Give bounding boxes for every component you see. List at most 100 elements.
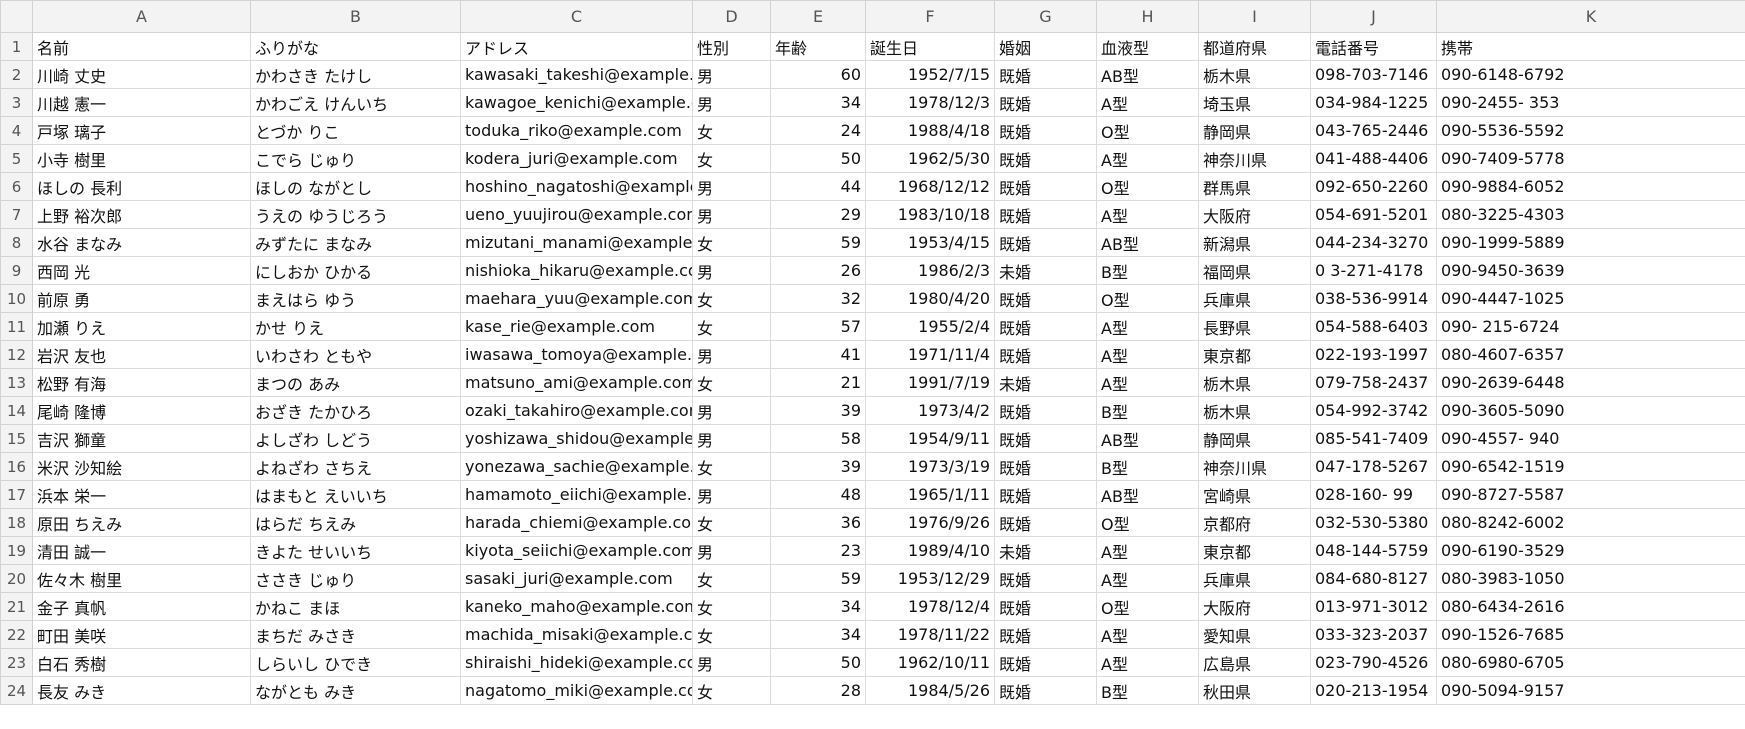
- cell-c23[interactable]: shiraishi_hideki@example.com: [460, 648, 693, 677]
- cell-c17[interactable]: hamamoto_eiichi@example.co: [460, 480, 693, 509]
- row-header[interactable]: 24: [0, 676, 33, 705]
- cell-b1[interactable]: ふりがな: [250, 32, 461, 61]
- cell-e20[interactable]: 59: [770, 564, 866, 593]
- cell-b4[interactable]: とづか りこ: [250, 116, 461, 145]
- row-header[interactable]: 22: [0, 620, 33, 649]
- cell-k22[interactable]: 090-1526-7685: [1436, 620, 1745, 649]
- cell-i17[interactable]: 宮崎県: [1198, 480, 1311, 509]
- cell-g15[interactable]: 既婚: [994, 424, 1097, 453]
- cell-j6[interactable]: 092-650-2260: [1310, 172, 1437, 201]
- cell-k23[interactable]: 080-6980-6705: [1436, 648, 1745, 677]
- cell-h4[interactable]: O型: [1096, 116, 1199, 145]
- cell-b20[interactable]: ささき じゅり: [250, 564, 461, 593]
- row-header[interactable]: 3: [0, 88, 33, 117]
- cell-f2[interactable]: 1952/7/15: [865, 60, 995, 89]
- cell-f11[interactable]: 1955/2/4: [865, 312, 995, 341]
- cell-h12[interactable]: A型: [1096, 340, 1199, 369]
- cell-c12[interactable]: iwasawa_tomoya@example.co: [460, 340, 693, 369]
- cell-g17[interactable]: 既婚: [994, 480, 1097, 509]
- row-header[interactable]: 11: [0, 312, 33, 341]
- cell-g23[interactable]: 既婚: [994, 648, 1097, 677]
- cell-i11[interactable]: 長野県: [1198, 312, 1311, 341]
- cell-c22[interactable]: machida_misaki@example.con: [460, 620, 693, 649]
- column-header-f[interactable]: F: [865, 0, 995, 33]
- cell-j13[interactable]: 079-758-2437: [1310, 368, 1437, 397]
- cell-a14[interactable]: 尾崎 隆博: [32, 396, 251, 425]
- cell-f20[interactable]: 1953/12/29: [865, 564, 995, 593]
- cell-k20[interactable]: 080-3983-1050: [1436, 564, 1745, 593]
- column-header-d[interactable]: D: [692, 0, 771, 33]
- cell-b6[interactable]: ほしの ながとし: [250, 172, 461, 201]
- column-header-g[interactable]: G: [994, 0, 1097, 33]
- cell-b15[interactable]: よしざわ しどう: [250, 424, 461, 453]
- cell-d8[interactable]: 女: [692, 228, 771, 257]
- cell-c6[interactable]: hoshino_nagatoshi@example.c: [460, 172, 693, 201]
- cell-k24[interactable]: 090-5094-9157: [1436, 676, 1745, 705]
- cell-a15[interactable]: 吉沢 獅童: [32, 424, 251, 453]
- row-header[interactable]: 21: [0, 592, 33, 621]
- cell-c16[interactable]: yonezawa_sachie@example.co: [460, 452, 693, 481]
- cell-c4[interactable]: toduka_riko@example.com: [460, 116, 693, 145]
- row-header[interactable]: 14: [0, 396, 33, 425]
- cell-j22[interactable]: 033-323-2037: [1310, 620, 1437, 649]
- cell-g11[interactable]: 既婚: [994, 312, 1097, 341]
- cell-b12[interactable]: いわさわ ともや: [250, 340, 461, 369]
- cell-i10[interactable]: 兵庫県: [1198, 284, 1311, 313]
- cell-a16[interactable]: 米沢 沙知絵: [32, 452, 251, 481]
- row-header[interactable]: 4: [0, 116, 33, 145]
- cell-d4[interactable]: 女: [692, 116, 771, 145]
- cell-d16[interactable]: 女: [692, 452, 771, 481]
- cell-e3[interactable]: 34: [770, 88, 866, 117]
- cell-j9[interactable]: 0 3-271-4178: [1310, 256, 1437, 285]
- cell-f23[interactable]: 1962/10/11: [865, 648, 995, 677]
- cell-k5[interactable]: 090-7409-5778: [1436, 144, 1745, 173]
- cell-h15[interactable]: AB型: [1096, 424, 1199, 453]
- cell-d19[interactable]: 男: [692, 536, 771, 565]
- cell-i7[interactable]: 大阪府: [1198, 200, 1311, 229]
- cell-b22[interactable]: まちだ みさき: [250, 620, 461, 649]
- cell-k17[interactable]: 090-8727-5587: [1436, 480, 1745, 509]
- cell-a17[interactable]: 浜本 栄一: [32, 480, 251, 509]
- cell-a19[interactable]: 清田 誠一: [32, 536, 251, 565]
- cell-k12[interactable]: 080-4607-6357: [1436, 340, 1745, 369]
- cell-h11[interactable]: A型: [1096, 312, 1199, 341]
- column-header-i[interactable]: I: [1198, 0, 1311, 33]
- cell-j16[interactable]: 047-178-5267: [1310, 452, 1437, 481]
- cell-j18[interactable]: 032-530-5380: [1310, 508, 1437, 537]
- cell-f19[interactable]: 1989/4/10: [865, 536, 995, 565]
- row-header[interactable]: 20: [0, 564, 33, 593]
- cell-h13[interactable]: A型: [1096, 368, 1199, 397]
- cell-j2[interactable]: 098-703-7146: [1310, 60, 1437, 89]
- cell-b11[interactable]: かせ りえ: [250, 312, 461, 341]
- cell-h3[interactable]: A型: [1096, 88, 1199, 117]
- column-header-b[interactable]: B: [250, 0, 461, 33]
- cell-j11[interactable]: 054-588-6403: [1310, 312, 1437, 341]
- cell-e9[interactable]: 26: [770, 256, 866, 285]
- cell-a8[interactable]: 水谷 まなみ: [32, 228, 251, 257]
- cell-d24[interactable]: 女: [692, 676, 771, 705]
- row-header[interactable]: 6: [0, 172, 33, 201]
- cell-h24[interactable]: B型: [1096, 676, 1199, 705]
- cell-i22[interactable]: 愛知県: [1198, 620, 1311, 649]
- cell-e11[interactable]: 57: [770, 312, 866, 341]
- cell-d7[interactable]: 男: [692, 200, 771, 229]
- cell-e22[interactable]: 34: [770, 620, 866, 649]
- cell-k9[interactable]: 090-9450-3639: [1436, 256, 1745, 285]
- cell-b5[interactable]: こでら じゅり: [250, 144, 461, 173]
- cell-e14[interactable]: 39: [770, 396, 866, 425]
- cell-k11[interactable]: 090- 215-6724: [1436, 312, 1745, 341]
- cell-b7[interactable]: うえの ゆうじろう: [250, 200, 461, 229]
- row-header[interactable]: 8: [0, 228, 33, 257]
- cell-i6[interactable]: 群馬県: [1198, 172, 1311, 201]
- cell-c15[interactable]: yoshizawa_shidou@example.c: [460, 424, 693, 453]
- cell-f24[interactable]: 1984/5/26: [865, 676, 995, 705]
- cell-i8[interactable]: 新潟県: [1198, 228, 1311, 257]
- cell-k7[interactable]: 080-3225-4303: [1436, 200, 1745, 229]
- cell-e19[interactable]: 23: [770, 536, 866, 565]
- cell-e6[interactable]: 44: [770, 172, 866, 201]
- column-header-c[interactable]: C: [460, 0, 693, 33]
- cell-f12[interactable]: 1971/11/4: [865, 340, 995, 369]
- cell-b9[interactable]: にしおか ひかる: [250, 256, 461, 285]
- cell-b18[interactable]: はらだ ちえみ: [250, 508, 461, 537]
- cell-e24[interactable]: 28: [770, 676, 866, 705]
